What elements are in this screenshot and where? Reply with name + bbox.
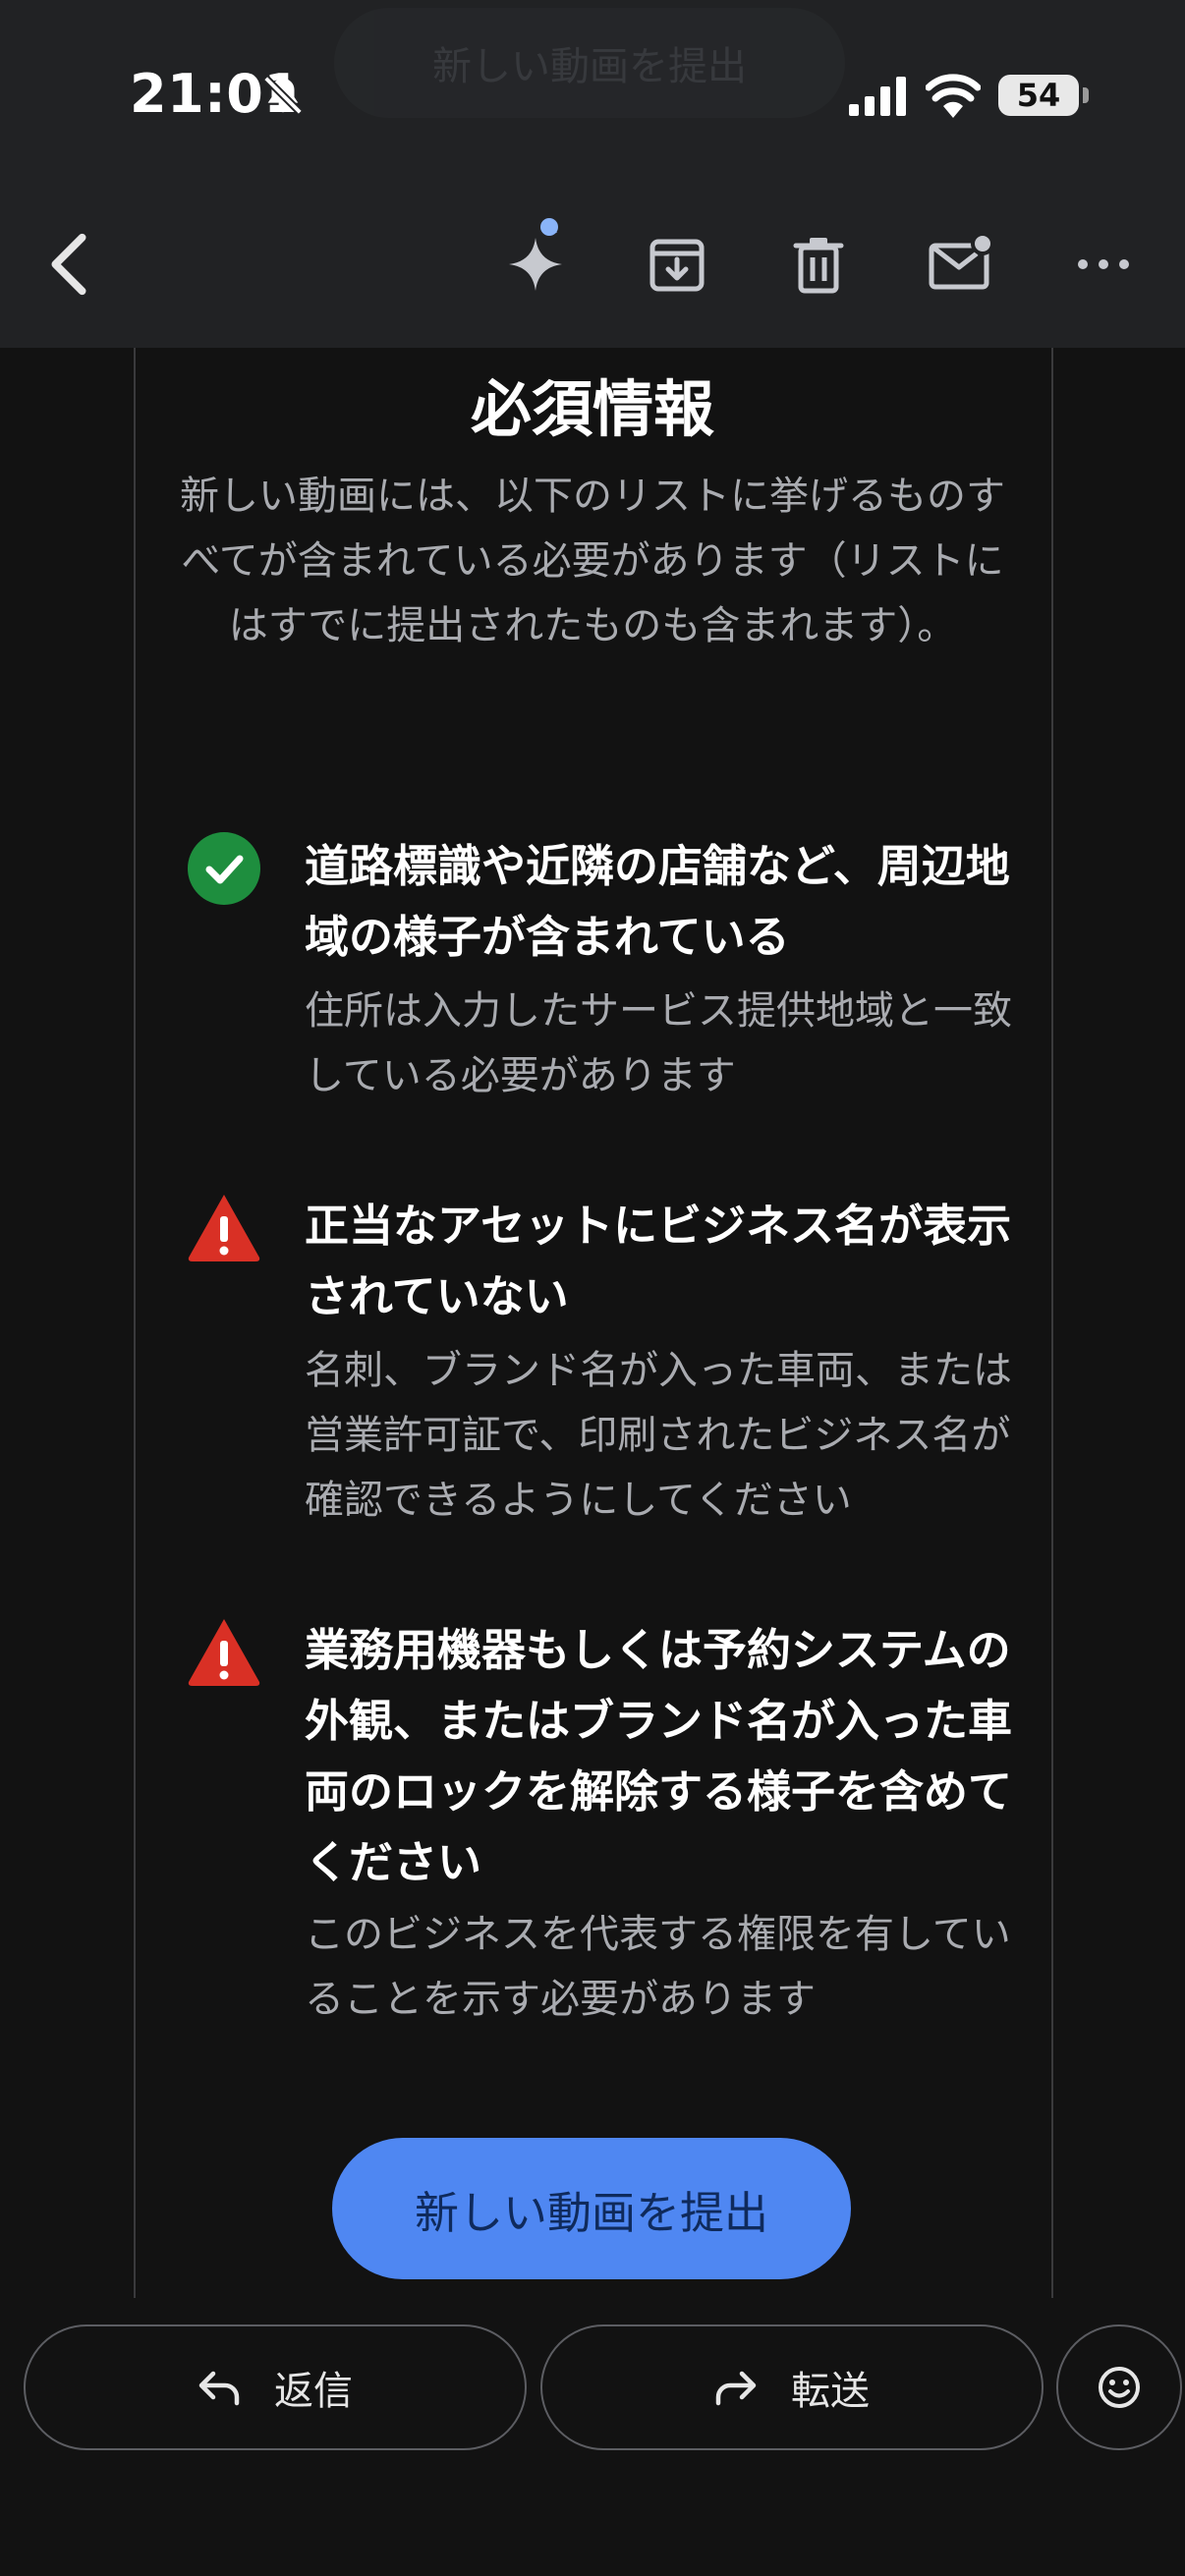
bell-slash-icon (263, 76, 303, 115)
requirement-title: 業務用機器もしくは予約システムの外観、またはブランド名が入った車両のロックを解除… (305, 1624, 1013, 1888)
archive-icon[interactable] (645, 232, 709, 297)
overlay-banner: 新しい動画を提出 (334, 8, 845, 118)
reply-label: 返信 (274, 2369, 353, 2414)
check-circle-icon (188, 832, 260, 905)
requirement-title: 道路標識や近隣の店舗など、周辺地域の様子が含まれている (305, 840, 1010, 963)
requirement-description: 住所は入力したサービス提供地域と一致している必要があります (305, 988, 1012, 1098)
requirement-description: 名刺、ブランド名が入った車両、または営業許可証で、印刷されたビジネス名が確認でき… (305, 1348, 1012, 1523)
sparkle-badge-dot (540, 218, 558, 236)
battery-icon: 54 (998, 75, 1089, 116)
trash-icon[interactable] (786, 232, 851, 297)
email-intro: 新しい動画には、以下のリストに挙げるものすべてが含まれている必要があります（リス… (180, 474, 1005, 648)
reply-icon (198, 2371, 240, 2406)
wifi-icon (926, 74, 981, 118)
more-icon[interactable] (1071, 232, 1136, 297)
emoji-reaction-button[interactable] (1056, 2324, 1182, 2450)
battery-level: 54 (1016, 77, 1061, 114)
warning-icon (188, 1195, 260, 1261)
email-heading: 必須情報 (470, 373, 714, 445)
reply-button[interactable]: 返信 (24, 2324, 527, 2450)
submit-new-video-button[interactable]: 新しい動画を提出 (332, 2138, 851, 2279)
requirement-title: 正当なアセットにビジネス名が表示されていない (305, 1200, 1012, 1322)
requirement-description: このビジネスを代表する権限を有していることを示す必要があります (305, 1912, 1011, 2022)
back-arrow-icon[interactable] (39, 230, 98, 299)
mark-unread-icon[interactable] (928, 232, 992, 297)
emoji-icon (1099, 2367, 1140, 2408)
forward-button[interactable]: 転送 (540, 2324, 1044, 2450)
forward-label: 転送 (791, 2369, 870, 2414)
sparkle-icon[interactable] (503, 232, 568, 297)
submit-button-label: 新しい動画を提出 (414, 2186, 768, 2239)
forward-icon (715, 2371, 757, 2406)
cellular-signal-icon (849, 77, 906, 116)
overlay-banner-text: 新しい動画を提出 (432, 44, 747, 89)
warning-icon (188, 1619, 260, 1686)
